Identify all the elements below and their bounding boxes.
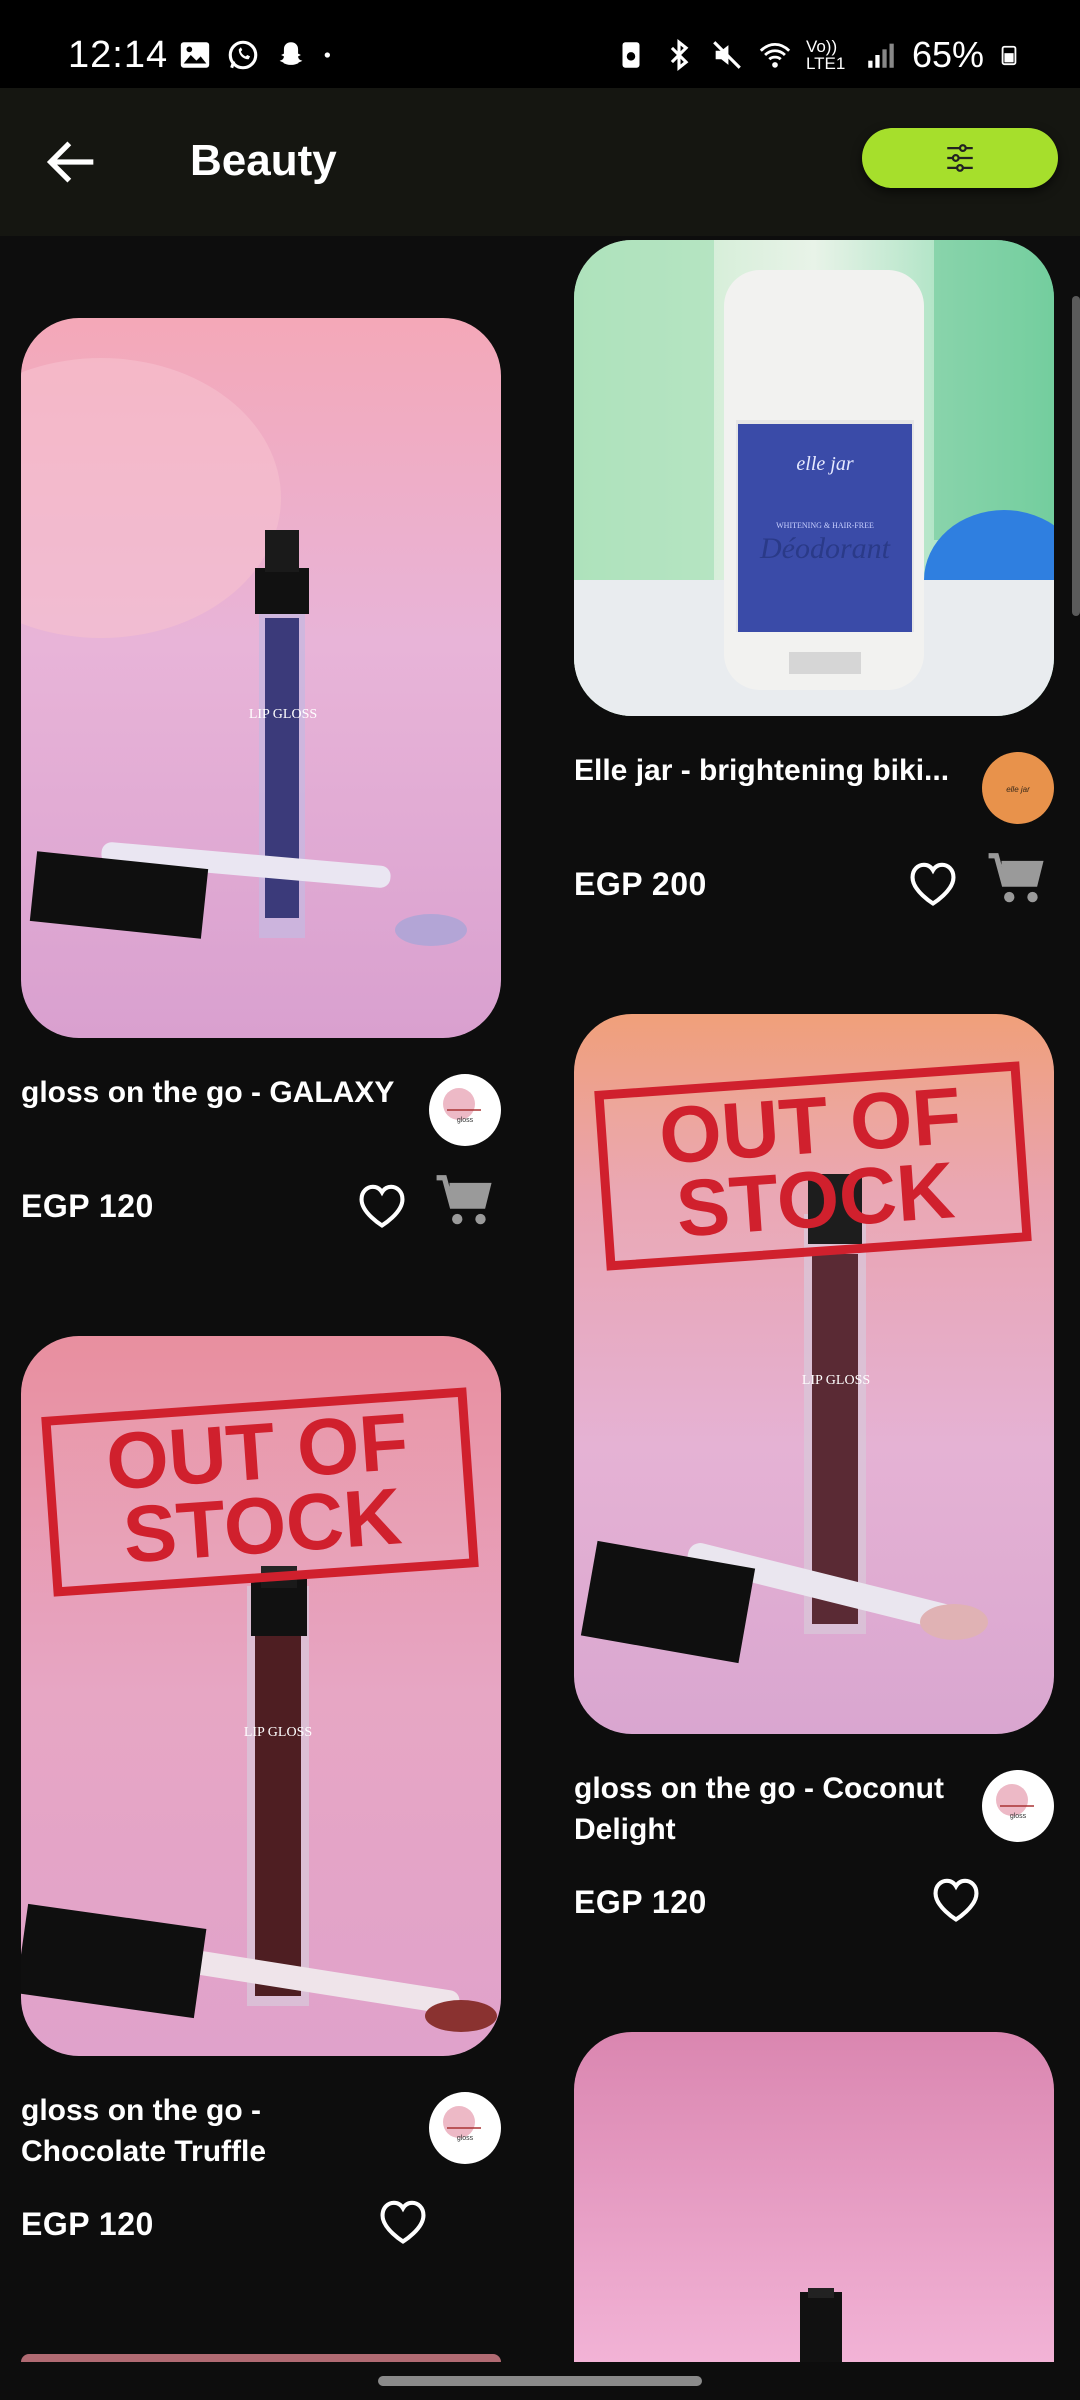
bluetooth-icon [670, 39, 689, 71]
product-image[interactable]: LIP GLOSS [21, 318, 501, 1038]
deodorant-label: Déodorant [759, 532, 891, 565]
network-label: Vo)) LTE1 [805, 37, 846, 73]
product-image[interactable]: LIP GLOSS OUT OF STOCK [21, 1336, 501, 2056]
product-name[interactable]: Elle jar - brightening biki... [574, 750, 954, 791]
heart-icon[interactable] [375, 2196, 431, 2246]
back-arrow-icon[interactable] [40, 130, 104, 194]
product-card[interactable]: LIP GLOSS OUT OF STOCK gloss on the go - … [21, 1336, 501, 2256]
product-card[interactable] [21, 2354, 501, 2362]
product-price: EGP 200 [574, 866, 707, 902]
heart-icon[interactable] [928, 1874, 984, 1924]
lip-gloss-label: LIP GLOSS [249, 707, 317, 722]
product-name[interactable]: gloss on the go - Chocolate Truffle [21, 2090, 401, 2172]
product-image[interactable]: LIP GLOSS OUT OF STOCK [574, 1014, 1054, 1734]
product-image[interactable] [21, 2354, 501, 2362]
deodorant-brand: elle jar [796, 453, 853, 475]
page-title: Beauty [190, 136, 337, 185]
product-name[interactable]: gloss on the go - GALAXY [21, 1072, 401, 1113]
dot-icon [324, 52, 330, 58]
signal-icon [868, 43, 894, 68]
cart-icon[interactable] [434, 1170, 496, 1232]
store-logo[interactable]: elle jar [982, 752, 1054, 824]
cart-icon[interactable] [986, 848, 1048, 910]
filter-button[interactable] [862, 128, 1058, 188]
battery-percent: 65% [911, 34, 984, 75]
filter-sliders-icon [947, 144, 973, 172]
svg-text:elle jar: elle jar [1006, 785, 1030, 794]
product-image[interactable] [574, 2032, 1054, 2362]
svg-text:gloss: gloss [1010, 1813, 1027, 1820]
gesture-nav-handle[interactable] [378, 2376, 702, 2386]
gallery-icon [180, 42, 210, 68]
app-bar: Beauty [0, 88, 1080, 236]
battery-icon [1001, 45, 1017, 66]
lip-gloss-label: LIP GLOSS [244, 1725, 312, 1740]
product-card[interactable]: LIP GLOSS gloss on the go - GALAXY gloss… [21, 318, 501, 1238]
product-card[interactable] [574, 2032, 1054, 2362]
notification-icons [178, 38, 338, 72]
deodorant-line: WHITENING & HAIR-FREE [776, 521, 874, 530]
product-card[interactable]: elle jar WHITENING & HAIR-FREE Déodorant… [574, 240, 1054, 920]
product-card[interactable]: LIP GLOSS OUT OF STOCK gloss on the go - … [574, 1014, 1054, 1944]
heart-icon[interactable] [354, 1180, 410, 1230]
product-price: EGP 120 [21, 1188, 154, 1224]
heart-icon[interactable] [905, 858, 961, 908]
out-of-stock-stamp: OUT OF STOCK [41, 1387, 479, 1597]
product-name[interactable]: gloss on the go - Coconut Delight [574, 1768, 954, 1850]
product-price: EGP 120 [21, 2206, 154, 2242]
status-bar: 12:14 Vo)) LTE1 65% [0, 0, 1080, 88]
store-logo[interactable]: gloss [429, 1074, 501, 1146]
whatsapp-icon [228, 40, 258, 70]
battery-saver-icon [622, 42, 640, 68]
scroll-indicator[interactable] [1072, 296, 1080, 616]
product-image[interactable]: elle jar WHITENING & HAIR-FREE Déodorant [574, 240, 1054, 716]
store-logo[interactable]: gloss [429, 2092, 501, 2164]
product-price: EGP 120 [574, 1884, 707, 1920]
svg-text:gloss: gloss [457, 2135, 474, 2142]
mute-icon [713, 41, 741, 69]
svg-text:gloss: gloss [457, 1117, 474, 1124]
status-time: 12:14 [68, 34, 169, 76]
lip-gloss-label: LIP GLOSS [802, 1373, 870, 1388]
wifi-icon [759, 42, 791, 68]
store-logo[interactable]: gloss [982, 1770, 1054, 1842]
system-icons: Vo)) LTE1 65% [614, 34, 1020, 76]
snapchat-icon [279, 42, 303, 65]
out-of-stock-stamp: OUT OF STOCK [594, 1061, 1032, 1271]
